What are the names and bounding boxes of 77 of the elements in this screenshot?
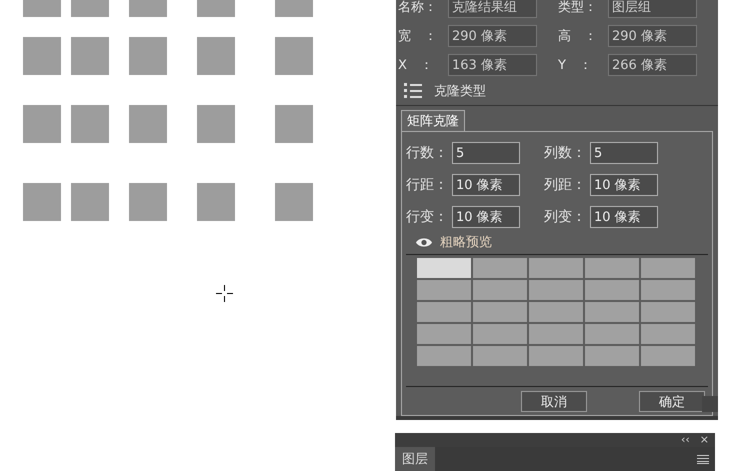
preview-cell[interactable]: [529, 258, 583, 278]
input-field[interactable]: 5: [590, 142, 658, 164]
square-shape: [197, 105, 235, 143]
square-shape: [23, 105, 61, 143]
field-label: 类型：: [558, 0, 598, 16]
input-field[interactable]: 10 像素: [452, 206, 520, 228]
dialog-button[interactable]: 取消: [521, 391, 587, 412]
preview-cell[interactable]: [529, 280, 583, 300]
field-label: 行数：: [406, 144, 449, 162]
preview-cell[interactable]: [473, 324, 527, 344]
input-field[interactable]: 10 像素: [590, 174, 658, 196]
collapse-button[interactable]: ‹‹: [680, 434, 690, 446]
square-shape: [129, 105, 167, 143]
square-shape: [275, 37, 313, 75]
preview-cell[interactable]: [417, 280, 471, 300]
square-shape: [71, 183, 109, 221]
square-shape: [23, 37, 61, 75]
preview-cell[interactable]: [473, 302, 527, 322]
input-field[interactable]: 5: [452, 142, 520, 164]
preview-title: 粗略预览: [440, 234, 492, 251]
input-field[interactable]: 图层组: [608, 0, 697, 18]
dialog-button[interactable]: 确定: [639, 391, 705, 412]
field-label: 宽 ：: [398, 28, 438, 45]
preview-cell[interactable]: [529, 346, 583, 366]
preview-cell[interactable]: [585, 302, 639, 322]
close-button[interactable]: ×: [700, 434, 709, 446]
preview-cell[interactable]: [417, 302, 471, 322]
section-title: 克隆类型: [434, 83, 486, 100]
square-shape: [197, 37, 235, 75]
input-field[interactable]: 克隆结果组: [448, 0, 537, 18]
preview-cell[interactable]: [641, 324, 695, 344]
preview-cell[interactable]: [585, 280, 639, 300]
input-field[interactable]: 290 像素: [608, 25, 697, 47]
field-label: 行距：: [406, 176, 449, 194]
square-shape: [71, 105, 109, 143]
crosshair-cursor-icon: [216, 285, 233, 302]
menu-icon[interactable]: [697, 454, 709, 464]
preview-cell[interactable]: [585, 258, 639, 278]
resize-grip[interactable]: [702, 396, 718, 412]
square-shape: [129, 183, 167, 221]
preview-cell[interactable]: [417, 324, 471, 344]
preview-cell[interactable]: [641, 258, 695, 278]
preview-cell[interactable]: [529, 324, 583, 344]
square-shape: [23, 183, 61, 221]
preview-cell[interactable]: [641, 280, 695, 300]
square-shape: [197, 183, 235, 221]
preview-cell[interactable]: [529, 302, 583, 322]
square-shape: [71, 37, 109, 75]
square-shape: [275, 105, 313, 143]
input-field[interactable]: 290 像素: [448, 25, 537, 47]
eye-icon[interactable]: [416, 236, 432, 248]
field-label: X ：: [398, 57, 434, 74]
field-label: Y ：: [558, 57, 593, 74]
panel-tab[interactable]: 图层: [395, 447, 435, 471]
preview-cell[interactable]: [473, 258, 527, 278]
square-shape: [129, 37, 167, 75]
preview-cell[interactable]: [473, 346, 527, 366]
field-label: 列数：: [544, 144, 587, 162]
input-field[interactable]: 266 像素: [608, 54, 697, 76]
preview-cell[interactable]: [641, 302, 695, 322]
preview-cell[interactable]: [417, 346, 471, 366]
preview-cell[interactable]: [641, 346, 695, 366]
input-field[interactable]: 10 像素: [590, 206, 658, 228]
field-label: 高 ：: [558, 28, 598, 45]
field-label: 名称：: [398, 0, 438, 16]
input-field[interactable]: 163 像素: [448, 54, 537, 76]
numbered-list-icon: [404, 83, 422, 99]
preview-cell[interactable]: [417, 258, 471, 278]
square-shape: [275, 183, 313, 221]
tab[interactable]: 矩阵克隆: [401, 110, 465, 131]
preview-cell[interactable]: [473, 280, 527, 300]
field-label: 列变：: [544, 208, 587, 226]
field-label: 列距：: [544, 176, 587, 194]
input-field[interactable]: 10 像素: [452, 174, 520, 196]
preview-cell[interactable]: [585, 324, 639, 344]
preview-cell[interactable]: [585, 346, 639, 366]
field-label: 行变：: [406, 208, 449, 226]
